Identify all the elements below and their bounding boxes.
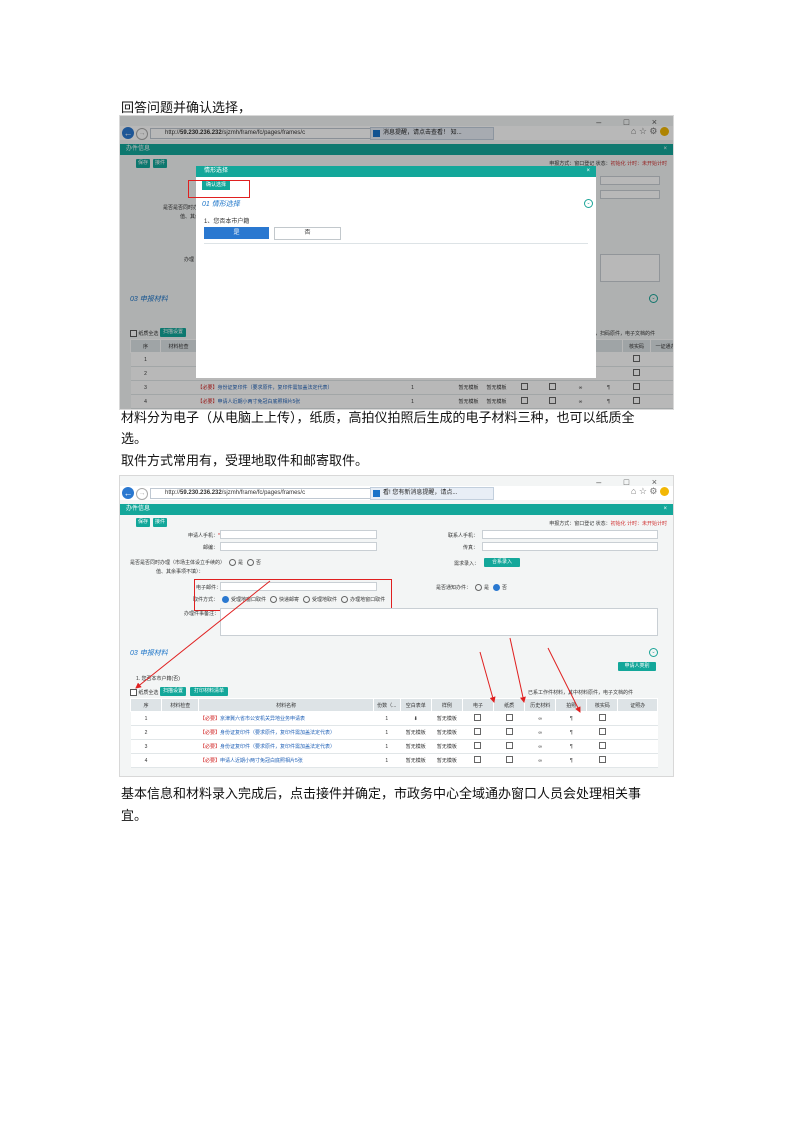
divider <box>204 243 588 244</box>
situation-modal: 情形选择 × 确认选择 01 情形选择 ⌄ 1、您否本市户籍 是 否 <box>196 166 596 378</box>
instruction-text-4a: 基本信息和材料录入完成后，点击接件并确定，市政务中心全域通办窗口人员会处理相关事 <box>121 787 642 802</box>
screenshot-situation-select: – □ × ← → http://59.230.236.232/sjzmh/fr… <box>119 115 674 410</box>
close-icon[interactable]: × <box>586 166 590 177</box>
instruction-text-4b: 宜。 <box>121 809 148 824</box>
modal-header: 情形选择 × <box>196 166 596 177</box>
instruction-text-2a: 材料分为电子（从电脑上上传），纸质，高拍仪拍照后生成的电子材料三种，也可以纸质全 <box>121 411 635 426</box>
collapse-icon[interactable]: ⌄ <box>584 199 593 208</box>
arrow-to-photo <box>547 647 581 713</box>
instruction-text-2b: 选。 <box>121 432 148 447</box>
option-no[interactable]: 否 <box>274 227 341 240</box>
arrow-to-check-all <box>135 580 271 689</box>
question-label: 1、您否本市户籍 <box>204 219 250 225</box>
option-yes[interactable]: 是 <box>204 227 269 239</box>
instruction-text-3: 取件方式常用有，受理地取件和邮寄取件。 <box>121 454 369 469</box>
modal-section-title: 01 情形选择 <box>202 201 240 208</box>
highlight-box <box>188 180 250 198</box>
annotation-arrows <box>135 580 581 713</box>
arrow-to-electronic <box>479 651 496 703</box>
screenshot-pickup-options: – □ × ← → http://59.230.236.232/sjzmh/fr… <box>119 475 674 777</box>
arrow-to-paper <box>509 637 526 703</box>
